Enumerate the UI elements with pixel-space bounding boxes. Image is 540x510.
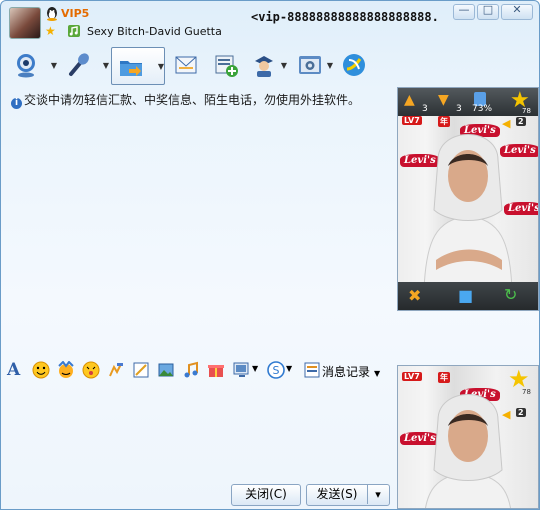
- star-member-icon[interactable]: ★: [45, 25, 56, 37]
- music-icon[interactable]: [182, 361, 200, 379]
- volume-icon[interactable]: ◀: [502, 117, 510, 130]
- add-app-button[interactable]: [207, 47, 239, 83]
- add-app-icon: [215, 55, 238, 77]
- volume-icon[interactable]: ◀: [502, 408, 510, 421]
- file-transfer-icon: [120, 61, 142, 76]
- minimize-icon: —: [458, 3, 470, 16]
- send-button-label: 发送(S): [316, 487, 358, 501]
- music-status-icon[interactable]: [67, 24, 81, 38]
- message-input[interactable]: [5, 383, 393, 479]
- chat-history-area[interactable]: [5, 109, 393, 355]
- dropdown-arrow-icon[interactable]: ▼: [327, 61, 333, 70]
- dropdown-arrow-icon[interactable]: ▼: [158, 62, 164, 71]
- magic-emoticon-icon[interactable]: [57, 361, 75, 379]
- message-log-button[interactable]: 消息记录 ▼: [322, 363, 380, 380]
- send-options-arrow-icon[interactable]: ▾: [367, 485, 388, 504]
- payment-icon[interactable]: S: [267, 361, 285, 379]
- signature-text: Sexy Bitch-David Guetta: [87, 25, 222, 38]
- year-vip-badge: 年: [438, 372, 450, 383]
- file-transfer-button[interactable]: ▼: [111, 47, 165, 85]
- contact-show-panel[interactable]: Levi's Levi's Levi's Levi's LV7 年 ◀ 2 ▲ …: [397, 87, 539, 311]
- email-button[interactable]: [167, 47, 199, 83]
- video-call-button[interactable]: ▼: [7, 47, 57, 83]
- screenshot-icon[interactable]: [132, 361, 150, 379]
- close-button-label: 关闭(C): [245, 487, 287, 501]
- image-icon[interactable]: [157, 361, 175, 379]
- svg-text:S: S: [273, 364, 280, 377]
- message-log-label: 消息记录: [322, 365, 371, 379]
- send-button[interactable]: 发送(S) ▾: [306, 484, 390, 506]
- level-badge: LV7: [402, 116, 422, 125]
- dropdown-arrow-icon[interactable]: ▼: [103, 61, 109, 70]
- level-badge: LV7: [402, 372, 422, 381]
- vip-badge[interactable]: VIP5: [61, 7, 89, 20]
- refresh-icon[interactable]: ↻: [504, 285, 517, 304]
- star-rating-count: 78: [522, 388, 531, 396]
- close-window-button[interactable]: ✕: [501, 3, 533, 20]
- dropdown-arrow-icon[interactable]: ▼: [374, 369, 380, 378]
- qzone-button[interactable]: [335, 47, 367, 83]
- maximize-button[interactable]: □: [477, 3, 499, 20]
- year-vip-badge: 年: [438, 116, 450, 127]
- show-bottom-bar: ✖ ■ ↻: [398, 282, 538, 310]
- volume-value: 2: [516, 117, 526, 126]
- pk-rate: 73%: [472, 104, 493, 114]
- thumbs-up-count: 3: [422, 104, 428, 114]
- settings-button[interactable]: ▼: [291, 47, 333, 83]
- gift-icon[interactable]: [207, 361, 225, 379]
- shake-emoticon-icon[interactable]: [82, 361, 100, 379]
- show-top-bar: ▲ 3 ▼ 3 73% ★ 78: [398, 88, 538, 116]
- remote-assist-icon: [255, 56, 273, 77]
- security-notice-text: 交谈中请勿轻信汇款、中奖信息、陌生电话，勿使用外挂软件。: [24, 93, 361, 107]
- microphone-icon: [69, 53, 89, 76]
- font-icon[interactable]: A: [7, 360, 25, 380]
- info-icon: i: [11, 98, 22, 109]
- thumbs-down-icon[interactable]: ▼: [438, 92, 449, 108]
- person-figure: [423, 134, 513, 282]
- dropdown-arrow-icon[interactable]: ▼: [281, 61, 287, 70]
- maximize-icon: □: [482, 3, 494, 16]
- security-notice: i 交谈中请勿轻信汇款、中奖信息、陌生电话，勿使用外挂软件。: [11, 91, 360, 109]
- own-show-avatar[interactable]: Levi's Levi's LV7 年 ★ 78 ◀ 2: [397, 365, 539, 509]
- dropdown-arrow-icon[interactable]: ▼: [51, 61, 57, 70]
- webcam-icon: [17, 54, 35, 78]
- outfit-icon[interactable]: ■: [458, 286, 473, 305]
- star-rating-count: 78: [522, 107, 531, 115]
- remote-assist-button[interactable]: ▼: [245, 47, 287, 83]
- contact-name: <vip-88888888888888888888...: [251, 10, 437, 24]
- email-icon: [175, 56, 197, 74]
- settings-icon: [299, 56, 321, 74]
- thumbs-down-count: 3: [456, 104, 462, 114]
- contact-avatar[interactable]: [9, 7, 41, 39]
- volume-value: 2: [516, 408, 526, 417]
- person-figure: [424, 394, 512, 508]
- contact-show-photo: Levi's Levi's Levi's Levi's LV7 年 ◀ 2: [398, 114, 538, 282]
- chat-window: VIP5 ★ Sexy Bitch-David Guetta <vip-8888…: [0, 0, 540, 510]
- minimize-button[interactable]: —: [453, 3, 475, 20]
- close-button[interactable]: 关闭(C): [231, 484, 301, 506]
- qq-penguin-icon: [47, 7, 57, 21]
- emoticon-icon[interactable]: [32, 361, 50, 379]
- voice-call-button[interactable]: ▼: [59, 47, 109, 83]
- scribble-icon[interactable]: [107, 361, 125, 379]
- screen-share-icon[interactable]: [233, 361, 251, 379]
- message-log-icon[interactable]: [303, 361, 321, 379]
- close-icon: ✕: [512, 3, 522, 16]
- dropdown-arrow-icon[interactable]: ▼: [286, 364, 304, 382]
- qzone-icon: [343, 54, 365, 76]
- swap-icon[interactable]: ✖: [408, 286, 421, 305]
- thumbs-up-icon[interactable]: ▲: [404, 92, 415, 108]
